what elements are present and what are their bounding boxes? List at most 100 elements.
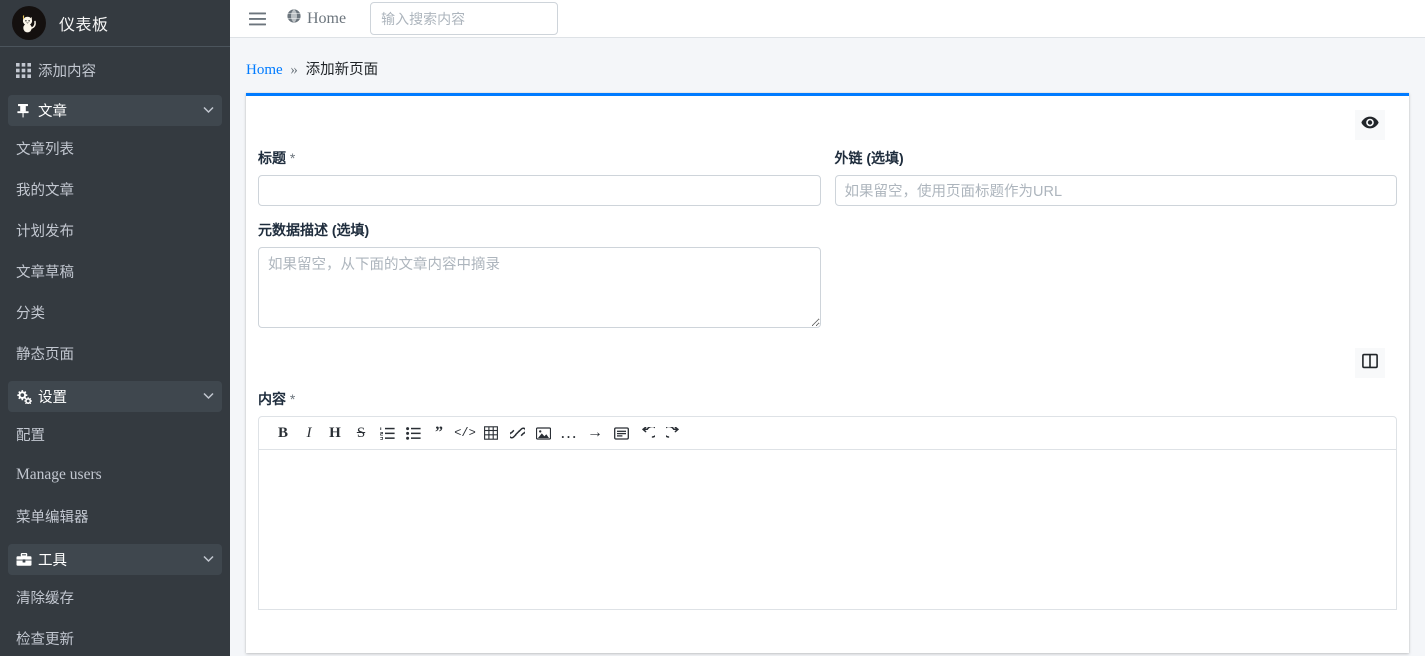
unordered-list-button[interactable] [401, 420, 425, 446]
slug-column: 外链 (选填) [834, 142, 1397, 206]
code-button[interactable]: </> [453, 420, 477, 446]
title-input[interactable] [258, 175, 821, 206]
slug-input[interactable] [834, 175, 1397, 206]
chevron-down-icon [203, 391, 214, 403]
image-icon [535, 426, 551, 440]
title-column: 标题 * [258, 142, 821, 206]
link-icon [509, 426, 525, 440]
sidebar-item-clear-cache[interactable]: 清除缓存 [8, 584, 222, 610]
sidebar-item-my-articles[interactable]: 我的文章 [8, 176, 222, 202]
title-slug-row: 标题 * 外链 (选填) [258, 142, 1397, 206]
sidebar-group-settings[interactable]: 设置 [8, 381, 222, 412]
topbar: Home [230, 0, 1425, 38]
columns-icon [1362, 353, 1378, 374]
eye-icon [1361, 116, 1379, 134]
gears-icon [16, 389, 38, 404]
main-area: Home Home » 添加新页面 [230, 0, 1425, 656]
sidebar-item-manage-users[interactable]: Manage users [8, 462, 222, 488]
sidebar-group-label: 设置 [38, 390, 67, 406]
redo-button[interactable] [661, 420, 685, 446]
preview-toggle-button[interactable] [1355, 110, 1385, 140]
meta-description-textarea[interactable] [258, 247, 821, 328]
grid-icon [16, 63, 38, 78]
content-textarea[interactable] [259, 450, 1396, 609]
sidebar-item-configuration[interactable]: 配置 [8, 421, 222, 447]
thumbtack-icon [16, 103, 38, 118]
more-button[interactable]: … [557, 420, 581, 446]
redo-icon [665, 426, 681, 440]
sidebar-brand[interactable]: 仪表板 [0, 0, 230, 47]
quote-icon: ” [435, 424, 443, 441]
cat-avatar-icon [12, 6, 46, 40]
sidebar-item-static-pages[interactable]: 静态页面 [8, 340, 222, 366]
sidebar-item-menu-editor[interactable]: 菜单编辑器 [8, 503, 222, 529]
search-input[interactable] [370, 2, 559, 35]
slug-label: 外链 (选填) [834, 150, 904, 166]
sidebar-item-label: 分类 [16, 305, 45, 322]
sidebar-nav: 添加内容 文章 文章列表 我的文章 计划发布 文章草稿 分类 静态页面 设置 配… [0, 47, 230, 651]
sidebar-item-check-updates[interactable]: 检查更新 [8, 625, 222, 651]
sidebar-item-scheduled[interactable]: 计划发布 [8, 217, 222, 243]
topbar-home-label: Home [307, 9, 347, 27]
meta-row: 元数据描述 (选填) [258, 214, 1397, 333]
sidebar-item-label: 清除缓存 [16, 590, 74, 607]
sidebar-item-article-list[interactable]: 文章列表 [8, 135, 222, 161]
meta-column: 元数据描述 (选填) [258, 214, 821, 333]
sidebar-item-label: 配置 [16, 427, 45, 444]
heading-icon: H [329, 424, 341, 441]
chevron-down-icon [203, 554, 214, 566]
sidebar-group-articles[interactable]: 文章 [8, 95, 222, 126]
image-button[interactable] [531, 420, 555, 446]
sidebar-item-label: 静态页面 [16, 346, 74, 363]
chevron-down-icon [203, 105, 214, 117]
hamburger-icon[interactable] [240, 8, 275, 30]
sidebar-item-label: 文章草稿 [16, 264, 74, 281]
unordered-list-icon [405, 426, 421, 440]
sidebar-item-label: 文章列表 [16, 141, 74, 158]
link-button[interactable] [505, 420, 529, 446]
sidebar-item-label: 菜单编辑器 [16, 509, 89, 526]
breadcrumb-separator: » [290, 62, 298, 78]
breadcrumb-home-link[interactable]: Home [246, 62, 283, 78]
table-icon [484, 426, 498, 440]
content-label: 内容 * [258, 389, 1397, 409]
title-required-mark: * [289, 150, 296, 166]
split-view-row [258, 345, 1397, 385]
title-label: 标题 * [258, 148, 821, 168]
sidebar-item-drafts[interactable]: 文章草稿 [8, 258, 222, 284]
split-view-toggle-button[interactable] [1355, 348, 1385, 378]
code-icon: </> [454, 426, 476, 440]
sidebar-item-label: 计划发布 [16, 223, 74, 240]
sidebar-item-label: 检查更新 [16, 631, 74, 648]
content-wrapper: Home » 添加新页面 标题 * 外链 (选填) 如果留空，使用页面标题作为U… [230, 38, 1425, 656]
form-block-button[interactable] [609, 420, 633, 446]
table-button[interactable] [479, 420, 503, 446]
undo-icon [640, 426, 655, 440]
arrow-right-icon: → [587, 424, 603, 441]
bold-button[interactable]: B [271, 420, 295, 446]
quote-button[interactable]: ” [427, 420, 451, 446]
ordered-list-button[interactable] [375, 420, 399, 446]
meta-spacer-column [835, 214, 1398, 333]
editor-toolbar: B I H S ” </> … → [258, 416, 1397, 450]
sidebar-group-label: 文章 [38, 104, 67, 120]
heading-button[interactable]: H [323, 420, 347, 446]
italic-button[interactable]: I [297, 420, 321, 446]
briefcase-icon [16, 552, 38, 567]
sidebar-item-categories[interactable]: 分类 [8, 299, 222, 325]
undo-button[interactable] [635, 420, 659, 446]
bold-icon: B [277, 424, 288, 441]
sidebar-group-tools[interactable]: 工具 [8, 544, 222, 575]
ellipsis-icon: … [560, 422, 578, 442]
strikethrough-button[interactable]: S [349, 420, 373, 446]
sidebar: 仪表板 添加内容 文章 文章列表 我的文章 计划发布 文章草稿 分类 静态页面 … [0, 0, 230, 656]
italic-icon: I [306, 424, 312, 441]
topbar-home-link[interactable]: Home [287, 9, 346, 28]
insert-arrow-button[interactable]: → [583, 420, 607, 446]
sidebar-item-label: Manage users [16, 466, 102, 483]
breadcrumb: Home » 添加新页面 [230, 38, 1425, 93]
sidebar-item-add-content[interactable]: 添加内容 [8, 55, 222, 86]
sidebar-brand-title: 仪表板 [59, 17, 109, 34]
globe-icon [287, 9, 301, 28]
search-wrapper [370, 2, 559, 35]
